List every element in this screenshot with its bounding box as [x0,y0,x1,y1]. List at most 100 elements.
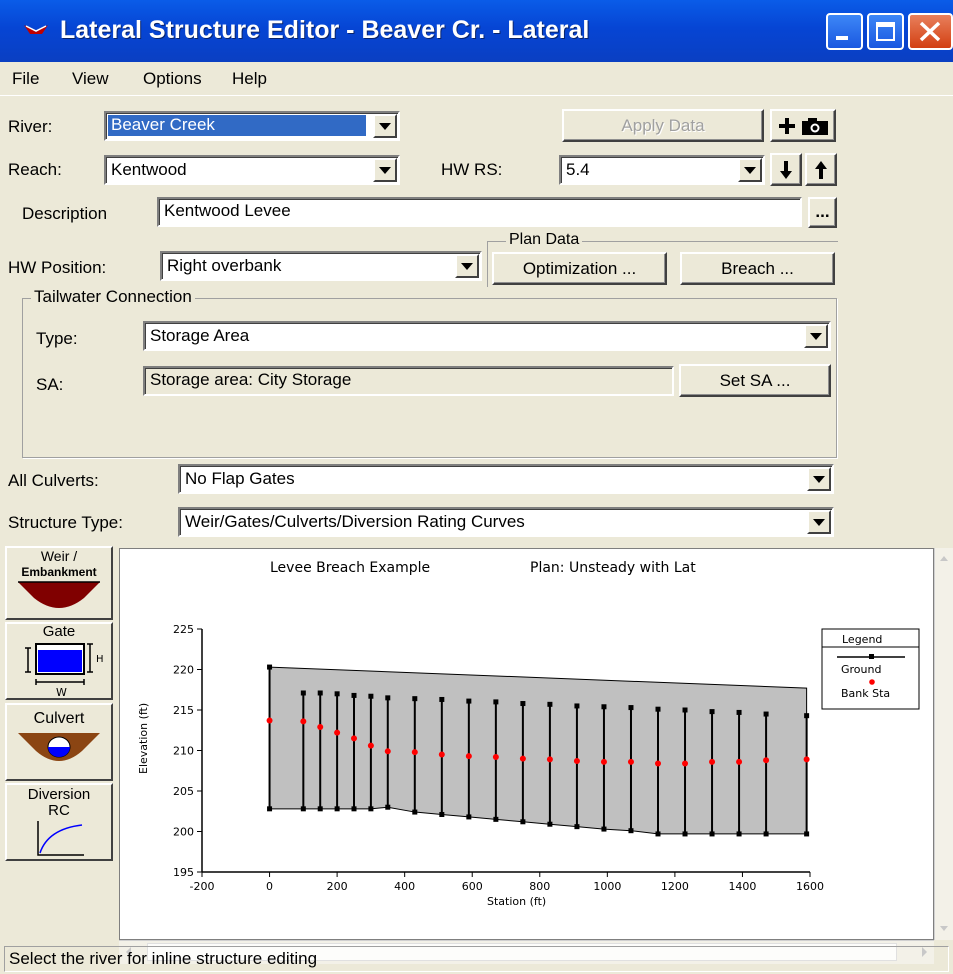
y-axis-label: Elevation (ft) [137,703,150,774]
close-button[interactable] [908,13,953,50]
bank-sta-point [573,758,580,765]
x-tick-label: 0 [266,880,273,893]
culverts-select[interactable]: No Flap Gates [178,464,834,494]
chevron-down-icon[interactable] [373,158,397,182]
status-bar: Select the river for inline structure ed… [0,942,953,974]
scroll-up-icon[interactable] [935,548,953,568]
weir-label-1: Weir / [40,548,78,564]
x-tick-label: -200 [190,880,215,893]
menu-options[interactable]: Options [143,69,202,89]
bank-sta-point [763,757,770,764]
river-label: River: [8,117,53,136]
hw-rs-select[interactable]: 5.4 [559,155,765,185]
bank-sta-point [600,758,607,765]
ground-point-bottom [300,806,306,812]
x-tick-label: 1200 [661,880,689,893]
status-text: Select the river for inline structure ed… [4,946,949,972]
y-tick-label: 195 [173,866,194,879]
ground-point-bottom [493,816,499,822]
prev-rs-button[interactable] [770,153,802,186]
diversion-rc-button[interactable]: Diversion RC [5,783,113,861]
x-tick-label: 1600 [796,880,824,893]
reach-value: Kentwood [111,160,187,179]
structure-type-select[interactable]: Weir/Gates/Culverts/Diversion Rating Cur… [178,507,834,537]
scroll-down-icon[interactable] [935,918,953,938]
breach-button[interactable]: Breach ... [680,252,835,285]
ground-fill [269,666,808,835]
legend: Legend Ground Bank Sta [821,628,920,710]
bank-sta-point [736,758,743,765]
ground-point-top [601,704,607,710]
elevation-chart: Levee Breach Example Plan: Unsteady with… [137,560,920,908]
next-rs-button[interactable] [805,153,837,186]
window-title: Lateral Structure Editor - Beaver Cr. - … [60,16,590,44]
menu-file[interactable]: File [12,69,39,89]
legend-bank-sta: Bank Sta [841,687,890,700]
chevron-down-icon[interactable] [455,254,479,278]
tailwater-label: Tailwater Connection [31,287,195,307]
type-label: Type: [36,329,78,348]
set-sa-button[interactable]: Set SA ... [679,364,831,397]
ground-point-bottom [317,806,323,812]
chart-vertical-scrollbar[interactable] [934,548,953,940]
bank-sta-point [492,753,499,760]
chevron-down-icon[interactable] [804,324,828,348]
arrow-up-icon [815,160,827,179]
bank-sta-point [682,760,689,767]
menu-view[interactable]: View [72,69,109,89]
ground-point-top [574,703,580,709]
y-tick-label: 215 [173,704,194,717]
ground-point-top [267,664,273,670]
legend-title: Legend [842,633,882,646]
gate-w-label: W [56,686,67,698]
maximize-icon [876,22,895,41]
tailwater-type-value: Storage Area [150,326,250,345]
chevron-down-icon[interactable] [373,114,397,138]
ground-point-bottom [439,811,445,817]
bank-sta-point [627,758,634,765]
x-tick-label: 400 [394,880,415,893]
apply-data-button[interactable]: Apply Data [562,109,764,142]
weir-embankment-button[interactable]: Weir / Embankment [5,546,113,620]
ground-point-bottom [628,828,634,834]
legend-ground: Ground [841,663,881,676]
ground-point-bottom [574,824,580,830]
diversion-label-2: RC [48,802,70,819]
river-value: Beaver Creek [108,115,366,136]
ground-point-top [334,691,340,697]
close-icon [919,21,941,42]
minimize-button[interactable] [826,13,863,50]
bank-sta-point [803,756,810,763]
description-field[interactable]: Kentwood Levee [157,197,802,227]
reach-select[interactable]: Kentwood [104,155,400,185]
y-tick-label: 210 [173,745,194,758]
hw-position-select[interactable]: Right overbank [160,251,482,281]
bank-sta-point [709,758,716,765]
gate-icon: H W [25,643,104,699]
ground-point-top [520,701,526,707]
maximize-button[interactable] [867,13,904,50]
description-more-button[interactable]: ... [808,197,837,228]
chevron-down-icon[interactable] [807,510,831,534]
culvert-button[interactable]: Culvert [5,703,113,781]
ground-point-top [655,706,661,712]
menu-help[interactable]: Help [232,69,267,89]
chevron-down-icon[interactable] [738,158,762,182]
ground-point-top [412,696,418,702]
add-photo-button[interactable] [770,109,836,142]
x-tick-label: 800 [529,880,550,893]
bank-sta-point [546,756,553,763]
river-select[interactable]: Beaver Creek [104,111,400,141]
ground-point-bottom [682,831,688,837]
optimization-button[interactable]: Optimization ... [492,252,667,285]
ground-point-top [351,692,357,698]
gate-button[interactable]: Gate H W [5,622,113,700]
title-bar[interactable]: Lateral Structure Editor - Beaver Cr. - … [0,0,953,62]
culverts-value: No Flap Gates [185,469,295,488]
chevron-down-icon[interactable] [807,467,831,491]
ground-point-top [466,698,472,704]
ground-point-top [763,711,769,717]
bank-sta-point [411,749,418,756]
tailwater-type-select[interactable]: Storage Area [143,321,831,351]
arrow-down-icon [780,160,792,179]
